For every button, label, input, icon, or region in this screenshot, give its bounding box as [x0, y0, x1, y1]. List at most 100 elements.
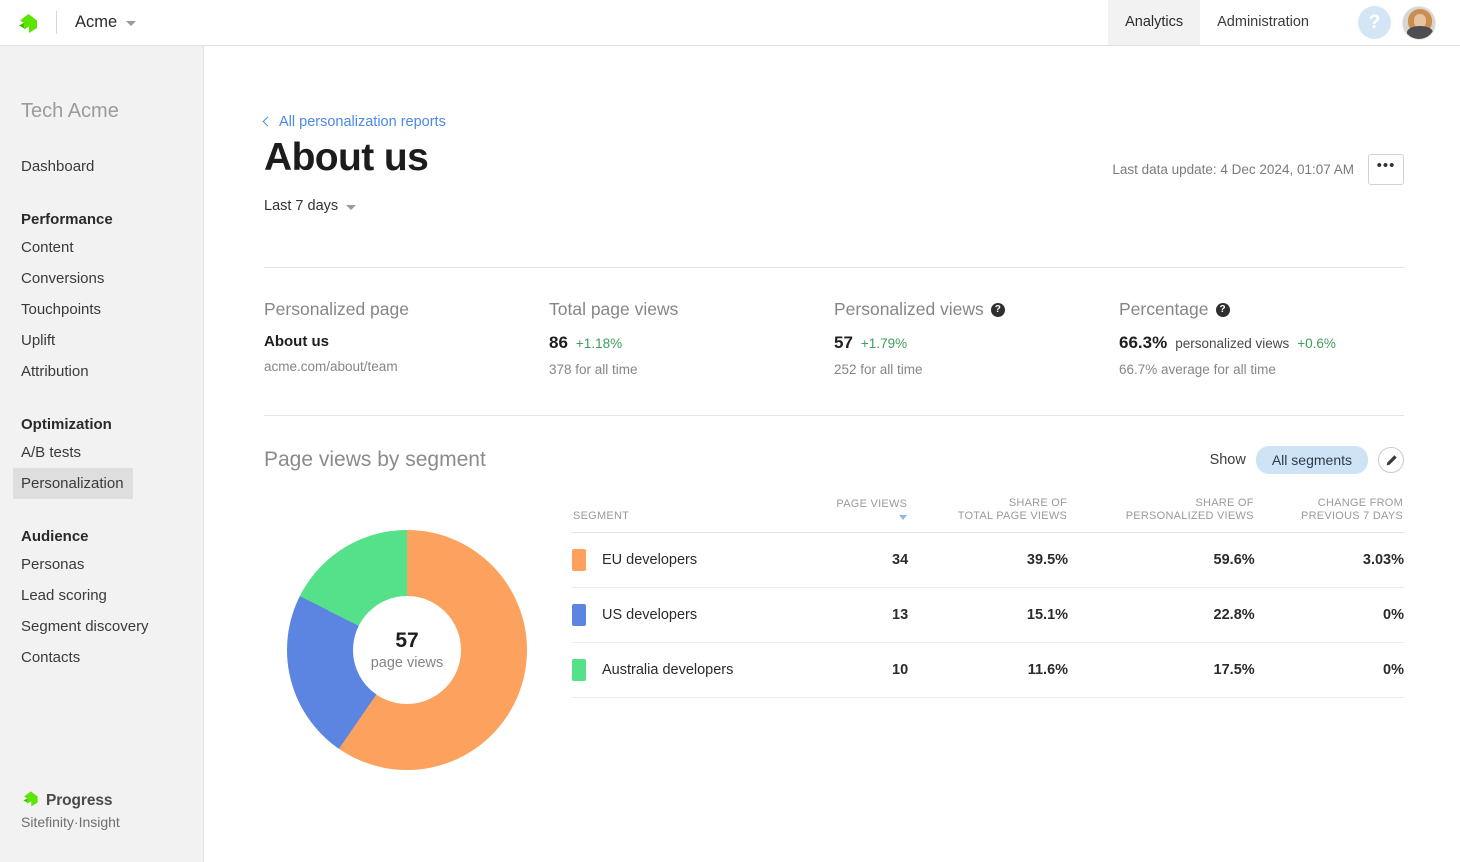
col-header-segment-line2: SEGMENT: [573, 510, 630, 522]
sidebar-item-personalization[interactable]: Personalization: [13, 468, 133, 499]
kpi-value: 86: [549, 333, 568, 352]
col-header-change[interactable]: CHANGE FROM PREVIOUS 7 DAYS: [1254, 496, 1404, 533]
col-header-share-total-line1: SHARE OF: [1008, 497, 1068, 509]
sidebar-item-conversions[interactable]: Conversions: [0, 263, 203, 294]
pencil-icon[interactable]: [1378, 447, 1404, 473]
cell-share-total: 39.5%: [908, 532, 1069, 588]
product-logo-row: Progress: [21, 789, 120, 813]
kpi-label-text: Personalized page: [264, 299, 409, 319]
info-question-icon[interactable]: ?: [990, 302, 1005, 317]
kpi-sub: 378 for all time: [549, 362, 638, 377]
kpi-main: 66.3% personalized views +0.6%: [1119, 333, 1404, 353]
kpi-sub: acme.com/about/team: [264, 359, 398, 374]
kpi-label: Total page views: [549, 299, 834, 320]
table-header-row: SEGMENT PAGE VIEWS SHARE OF TOTAL PAGE V…: [572, 496, 1404, 533]
avatar-body: [1407, 25, 1433, 39]
date-range-selector[interactable]: Last 7 days: [264, 198, 357, 214]
cell-change: 3.03%: [1254, 532, 1404, 588]
kpi-total-page-views: Total page views 86 +1.18% 378 for all t…: [549, 299, 834, 377]
sidebar-item-dashboard[interactable]: Dashboard: [0, 151, 203, 182]
content-container: All personalization reports About us Las…: [204, 46, 1460, 770]
kpi-sub: 252 for all time: [834, 362, 923, 377]
kpi-delta: +1.79%: [860, 336, 908, 351]
cell-share-personalized: 59.6%: [1068, 532, 1255, 588]
progress-logo-icon[interactable]: [0, 0, 56, 45]
top-nav-tabs: Analytics Administration: [1108, 0, 1326, 45]
segment-name: EU developers: [602, 552, 698, 568]
cell-page-views: 10: [803, 642, 909, 698]
col-header-segment[interactable]: SEGMENT: [572, 496, 804, 533]
product-name: Progress: [46, 792, 113, 809]
divider: [264, 267, 1404, 268]
col-header-share-total[interactable]: SHARE OF TOTAL PAGE VIEWS: [908, 496, 1069, 533]
col-header-page-views[interactable]: PAGE VIEWS: [803, 496, 909, 533]
segment-table-head: SEGMENT PAGE VIEWS SHARE OF TOTAL PAGE V…: [572, 496, 1404, 533]
col-header-change-line2: PREVIOUS 7 DAYS: [1301, 510, 1403, 522]
ellipsis-icon[interactable]: •••: [1368, 154, 1404, 185]
all-segments-pill[interactable]: All segments: [1255, 446, 1368, 474]
segment-filter-controls: Show All segments: [1210, 446, 1404, 474]
tab-administration[interactable]: Administration: [1200, 0, 1326, 45]
chevron-down-icon: [126, 21, 137, 26]
segment-section-header: Page views by segment Show All segments: [264, 446, 1404, 474]
table-row[interactable]: Australia developers 10 11.6% 17.5% 0%: [572, 642, 1404, 698]
col-header-share-total-line2: TOTAL PAGE VIEWS: [957, 510, 1068, 522]
progress-logo-icon: [21, 789, 40, 813]
kpi-label-text: Percentage: [1119, 299, 1209, 319]
org-switcher[interactable]: Acme: [57, 0, 154, 45]
kpi-value: 57: [834, 333, 853, 352]
breadcrumb[interactable]: All personalization reports: [262, 114, 446, 130]
segment-table-container: SEGMENT PAGE VIEWS SHARE OF TOTAL PAGE V…: [550, 496, 1404, 770]
top-actions: ?: [1326, 0, 1460, 45]
sidebar-item-ab-tests[interactable]: A/B tests: [0, 437, 203, 468]
table-row[interactable]: US developers 13 15.1% 22.8% 0%: [572, 587, 1404, 643]
cell-share-personalized: 17.5%: [1068, 642, 1255, 698]
section-title: Page views by segment: [264, 448, 486, 471]
col-header-page-views-line2: PAGE VIEWS: [836, 498, 908, 510]
title-actions: Last data update: 4 Dec 2024, 01:07 AM •…: [1112, 134, 1404, 185]
cell-segment: EU developers: [572, 532, 804, 588]
info-question-icon[interactable]: ?: [1215, 302, 1230, 317]
sort-desc-icon: [899, 514, 908, 520]
col-header-share-personalized-line2: PERSONALIZED VIEWS: [1125, 510, 1254, 522]
sidebar-item-segment-discovery[interactable]: Segment discovery: [0, 611, 203, 642]
tab-analytics[interactable]: Analytics: [1108, 0, 1201, 45]
col-header-change-line1: CHANGE FROM: [1317, 497, 1403, 509]
sidebar-item-lead-scoring[interactable]: Lead scoring: [0, 580, 203, 611]
kpi-label: Personalized page: [264, 299, 549, 320]
cell-change: 0%: [1254, 587, 1404, 643]
sidebar-item-personas[interactable]: Personas: [0, 549, 203, 580]
donut-center: 57 page views: [353, 596, 461, 704]
kpi-value: About us: [264, 333, 329, 350]
segment-name: Australia developers: [602, 662, 734, 678]
kpi-label: Percentage ?: [1119, 299, 1404, 320]
kpi-personalized-page: Personalized page About us acme.com/abou…: [264, 299, 549, 377]
donut-chart[interactable]: 57 page views: [287, 530, 527, 770]
org-name: Acme: [75, 13, 118, 31]
table-row[interactable]: EU developers 34 39.5% 59.6% 3.03%: [572, 532, 1404, 588]
page-title: About us: [264, 136, 429, 179]
sidebar-item-contacts[interactable]: Contacts: [0, 642, 203, 673]
segment-table: SEGMENT PAGE VIEWS SHARE OF TOTAL PAGE V…: [572, 496, 1404, 698]
title-row: About us Last data update: 4 Dec 2024, 0…: [264, 134, 1404, 185]
kpi-inline-note: personalized views: [1175, 336, 1290, 351]
cell-segment: US developers: [572, 587, 804, 643]
question-mark-icon[interactable]: ?: [1358, 6, 1391, 39]
kpi-value: 66.3%: [1119, 333, 1168, 352]
sidebar-group-audience: Audience: [21, 528, 89, 545]
sidebar-item-attribution[interactable]: Attribution: [0, 356, 203, 387]
kpi-main: About us: [264, 333, 549, 350]
top-bar: Acme Analytics Administration ?: [0, 0, 1460, 46]
avatar[interactable]: [1402, 5, 1436, 40]
sidebar-group-optimization: Optimization: [21, 416, 112, 433]
segment-color-swatch: [572, 549, 586, 571]
sidebar-item-touchpoints[interactable]: Touchpoints: [0, 294, 203, 325]
cell-segment: Australia developers: [572, 642, 804, 698]
sidebar-item-content[interactable]: Content: [0, 232, 203, 263]
col-header-share-personalized[interactable]: SHARE OF PERSONALIZED VIEWS: [1068, 496, 1255, 533]
segment-table-body: EU developers 34 39.5% 59.6% 3.03% US de…: [572, 532, 1404, 698]
kpi-label: Personalized views ?: [834, 299, 1119, 320]
sidebar-item-uplift[interactable]: Uplift: [0, 325, 203, 356]
last-data-update: Last data update: 4 Dec 2024, 01:07 AM: [1112, 162, 1354, 177]
kpi-percentage: Percentage ? 66.3% personalized views +0…: [1119, 299, 1404, 377]
